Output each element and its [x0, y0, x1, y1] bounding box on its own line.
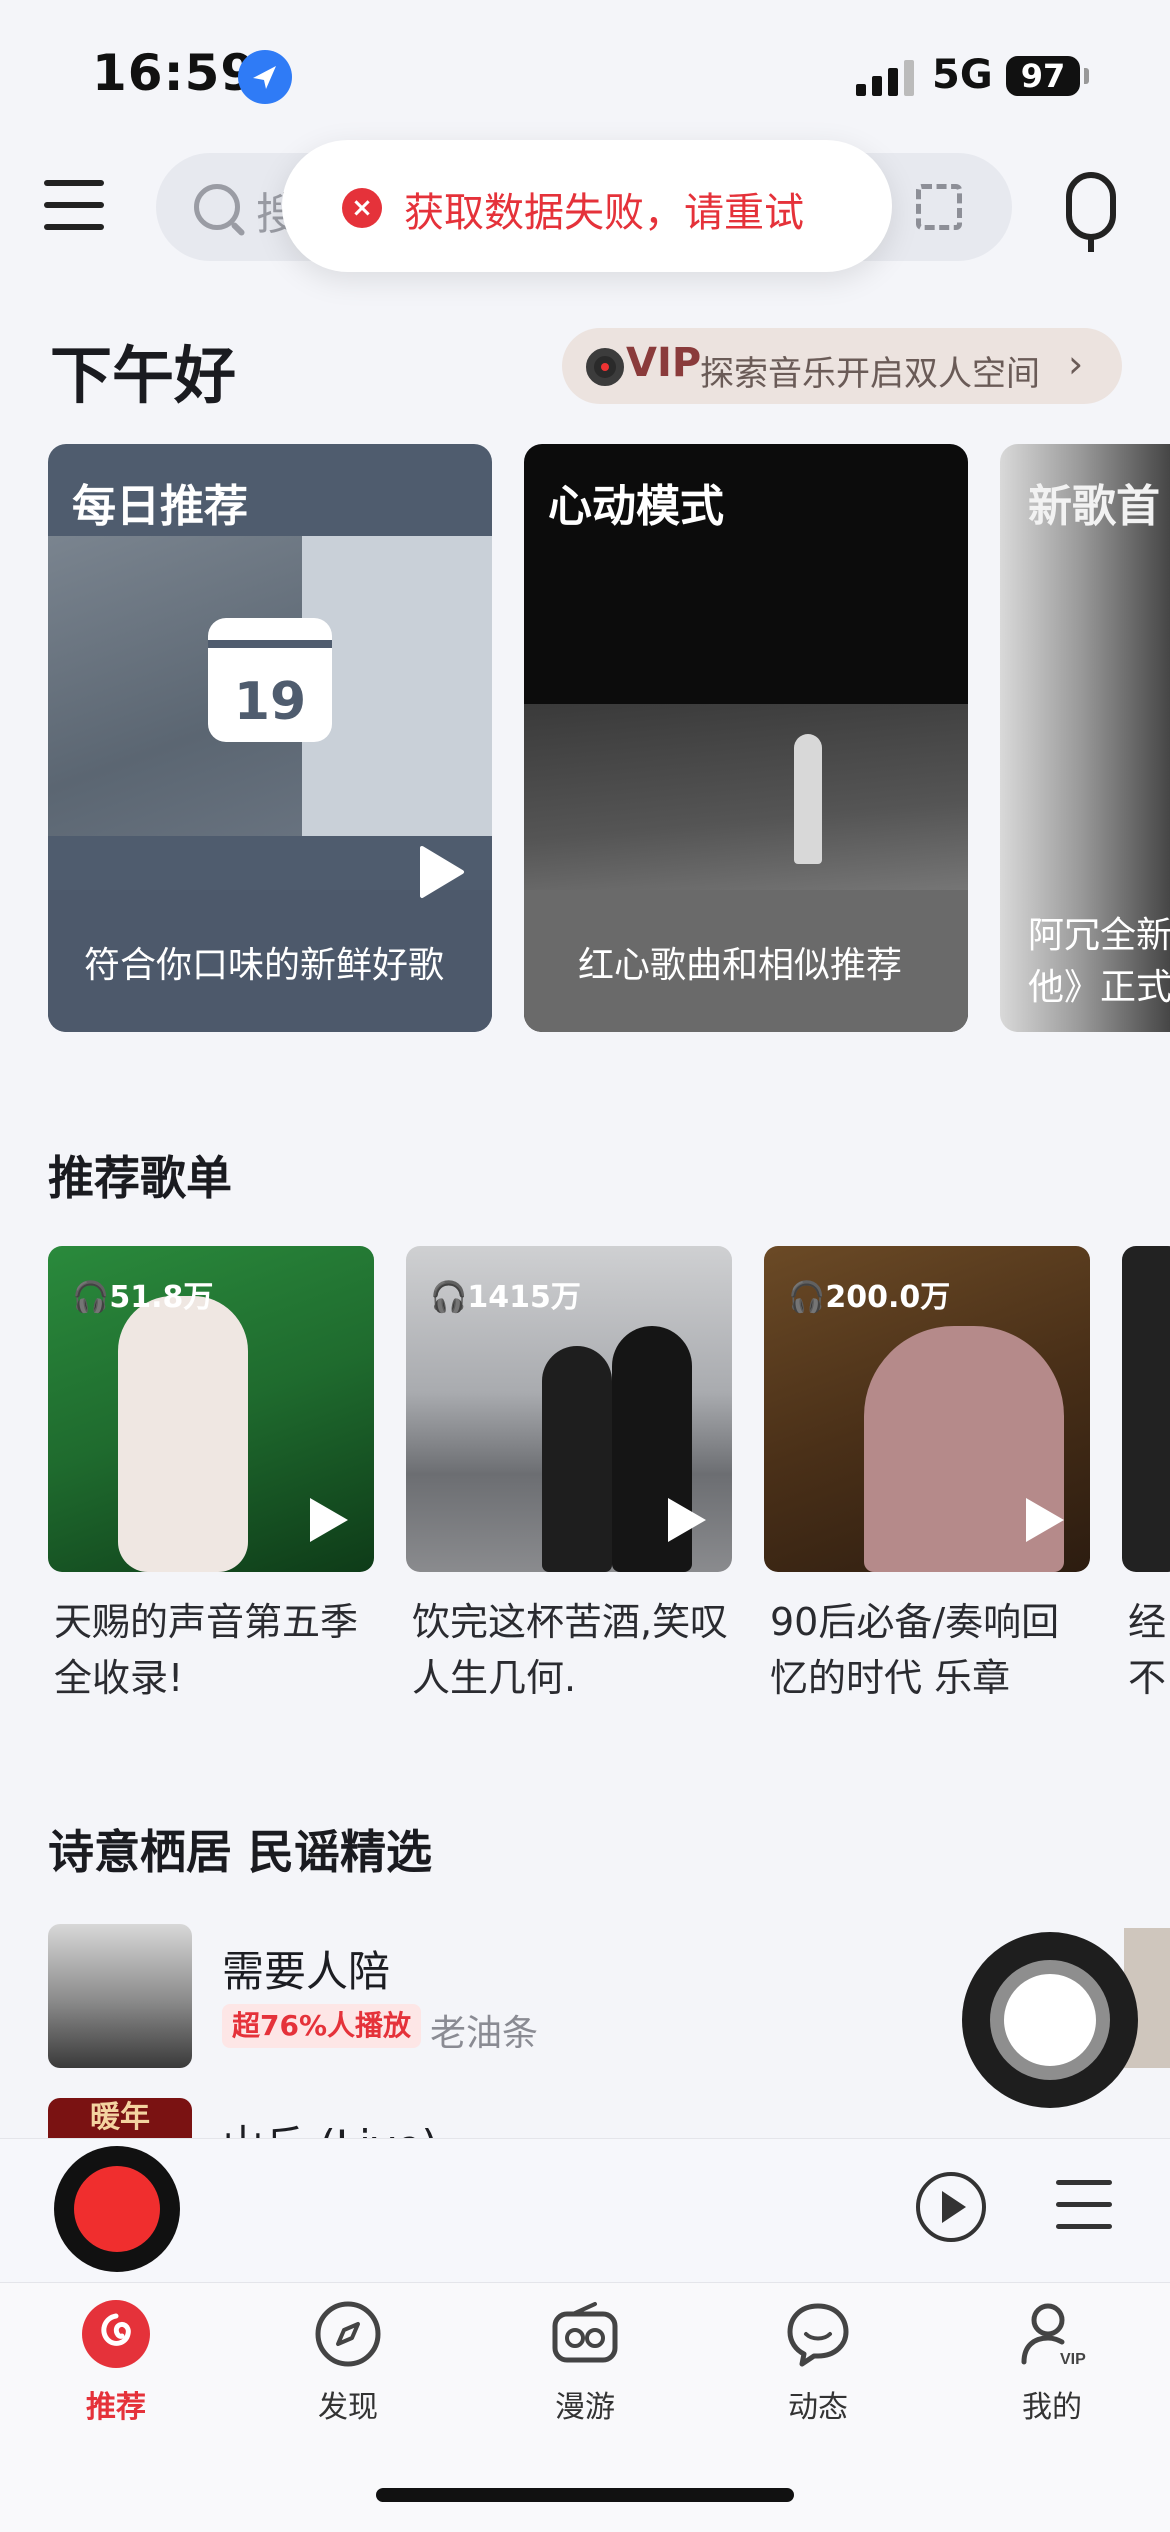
tab-discover[interactable]: 发现 [268, 2300, 428, 2426]
playlist-title[interactable]: 饮完这杯苦酒,笑叹人生几何. [412, 1594, 732, 1706]
vinyl-disc-icon [586, 348, 624, 386]
new-songs-subtitle-line: 阿冗全新 [1028, 915, 1170, 956]
tab-mine[interactable]: VIP 我的 [972, 2300, 1132, 2426]
tab-roam[interactable]: 漫游 [505, 2300, 665, 2426]
playlist-title[interactable]: 天赐的声音第五季全收录! [54, 1594, 374, 1706]
playlists-section-title: 推荐歌单 [48, 1151, 232, 1205]
heartbeat-card-subtitle: 红心歌曲和相似推荐 [578, 945, 903, 986]
new-songs-subtitle-line: 他》正式 [1028, 967, 1170, 1008]
search-icon [194, 184, 240, 230]
chat-bubble-icon [784, 2300, 852, 2368]
network-type: 5G [932, 52, 993, 98]
playlist-card[interactable]: 🎧51.8万 [48, 1246, 374, 1572]
microphone-icon[interactable] [1066, 172, 1116, 240]
svg-text:VIP: VIP [1060, 2351, 1086, 2368]
new-songs-card-title: 新歌首 [1028, 481, 1160, 532]
song-title[interactable]: 需要人陪 [222, 1938, 390, 1999]
daily-card-subtitle: 符合你口味的新鲜好歌 [84, 945, 445, 986]
playlist-card[interactable]: 🎧1415万 [406, 1246, 732, 1572]
compass-icon [314, 2300, 382, 2368]
play-count: 🎧1415万 [430, 1280, 581, 1315]
cellular-signal-icon [856, 60, 916, 96]
song-artist: 老油条 [430, 2013, 539, 2054]
vip-label: VIP [626, 340, 702, 386]
play-icon[interactable] [418, 844, 466, 900]
song-cover[interactable]: 暖年 [48, 2098, 192, 2138]
tab-label: 我的 [1022, 2390, 1082, 2425]
heartbeat-card-title: 心动模式 [548, 481, 724, 532]
battery-nub [1084, 68, 1089, 84]
chevron-right-icon: › [1068, 342, 1084, 386]
play-rate-badge: 超76%人播放 [222, 2004, 422, 2048]
calendar-day: 19 [233, 672, 307, 732]
scan-icon[interactable] [916, 184, 962, 230]
tab-feed[interactable]: 动态 [738, 2300, 898, 2426]
greeting: 下午好 [50, 339, 237, 412]
headphones-icon: 🎧 [430, 1280, 468, 1315]
disc-label [74, 2166, 160, 2252]
tab-label: 发现 [318, 2390, 378, 2425]
playlist-card[interactable]: 🎧200.0万 [764, 1246, 1090, 1572]
song-cover[interactable] [48, 1924, 192, 2068]
playlist-card[interactable] [1122, 1246, 1170, 1572]
daily-card-title: 每日推荐 [72, 481, 248, 532]
play-count: 🎧200.0万 [788, 1280, 951, 1315]
play-icon[interactable] [310, 1498, 348, 1542]
play-icon[interactable] [668, 1498, 706, 1542]
headphones-icon: 🎧 [72, 1280, 110, 1315]
location-arrow-icon [238, 50, 292, 104]
home-indicator[interactable] [376, 2488, 794, 2502]
tab-label: 动态 [788, 2390, 848, 2425]
play-count: 🎧51.8万 [72, 1280, 214, 1315]
microphone-stand [1088, 238, 1094, 252]
headphones-icon: 🎧 [788, 1280, 826, 1315]
heartbeat-card-figure [794, 734, 822, 864]
tab-recommend[interactable]: 推荐 [36, 2300, 196, 2426]
play-pause-button[interactable] [916, 2172, 986, 2242]
play-icon[interactable] [1026, 1498, 1064, 1542]
status-time: 16:59 [92, 44, 257, 102]
new-songs-card-subtitle: 阿冗全新 他》正式 [1028, 910, 1170, 1014]
vip-banner-text: 探索音乐开启双人空间 [700, 354, 1040, 394]
playlist-title[interactable]: 经不 [1128, 1594, 1170, 1706]
folk-section-title: 诗意栖居 民谣精选 [48, 1825, 433, 1879]
song-cover-text: 暖年 [90, 2100, 150, 2135]
song-title[interactable]: 山丘 (Live) [222, 2112, 438, 2138]
user-vip-icon: VIP [1018, 2300, 1086, 2368]
tab-label: 漫游 [555, 2390, 615, 2425]
menu-icon[interactable] [44, 180, 104, 236]
radio-icon [551, 2300, 619, 2368]
error-toast-message: 获取数据失败，请重试 [404, 190, 804, 236]
playlist-queue-icon[interactable] [1056, 2180, 1112, 2232]
tab-label: 推荐 [86, 2390, 146, 2425]
floating-button-center [990, 1960, 1110, 2080]
playlist-title[interactable]: 90后必备/奏响回忆的时代 乐章 [770, 1594, 1090, 1706]
netease-logo-icon [82, 2300, 150, 2368]
heartbeat-card-ground [524, 704, 968, 894]
battery-icon: 97 [1006, 56, 1080, 96]
error-icon: × [342, 188, 382, 228]
